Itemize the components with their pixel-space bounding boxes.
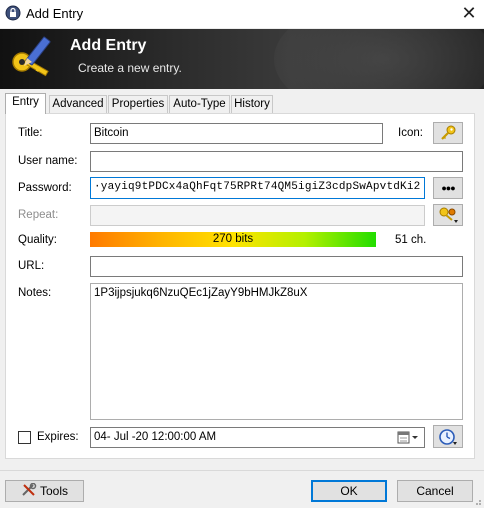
footer-separator <box>0 470 484 471</box>
calendar-dropdown-button[interactable] <box>396 430 422 445</box>
close-button[interactable]: ✕ <box>456 1 482 25</box>
icon-picker-button[interactable] <box>433 122 463 144</box>
notes-field[interactable]: 1P3ijpsjukq6NzuQEc1jZayY9bHMJkZ8uX <box>90 283 463 420</box>
repeat-field <box>90 205 425 226</box>
expires-label: Expires: <box>37 431 79 443</box>
calendar-icon <box>397 431 418 444</box>
quality-label: Quality: <box>18 234 57 246</box>
password-generator-button[interactable] <box>433 204 463 226</box>
quality-bar: 270 bits <box>90 232 376 247</box>
tab-advanced[interactable]: Advanced <box>49 95 107 113</box>
banner-decoration <box>274 29 484 89</box>
icon-label: Icon: <box>398 127 423 139</box>
ok-button[interactable]: OK <box>311 480 387 502</box>
tab-properties[interactable]: Properties <box>108 95 168 113</box>
key-icon <box>441 125 456 140</box>
close-icon: ✕ <box>461 3 477 23</box>
title-bar[interactable]: Add Entry ✕ <box>0 0 484 29</box>
expires-checkbox[interactable] <box>18 431 31 444</box>
lock-icon <box>5 5 21 21</box>
notes-label: Notes: <box>18 287 52 299</box>
tools-icon <box>22 482 37 496</box>
show-password-button[interactable]: ●●● <box>433 177 463 199</box>
resize-grip-icon[interactable] <box>472 496 482 506</box>
url-label: URL: <box>18 260 45 272</box>
password-label: Password: <box>18 182 72 194</box>
username-field[interactable] <box>90 151 463 172</box>
quality-bits: 270 bits <box>212 233 254 245</box>
username-label: User name: <box>18 155 78 167</box>
tools-label: Tools <box>39 484 68 498</box>
header-banner: Add Entry Create a new entry. <box>0 29 484 89</box>
banner-title: Add Entry <box>70 37 147 54</box>
tools-button[interactable]: Tools <box>5 480 84 502</box>
key-gear-icon <box>439 207 458 223</box>
cancel-button[interactable]: Cancel <box>397 480 473 502</box>
expires-date-field[interactable]: 04- Jul -20 12:00:00 AM <box>90 427 425 448</box>
banner-subtitle: Create a new entry. <box>78 61 182 75</box>
expiry-presets-button[interactable] <box>433 425 463 448</box>
tab-auto-type[interactable]: Auto-Type <box>169 95 230 113</box>
window-title: Add Entry <box>26 6 84 21</box>
tab-entry[interactable]: Entry <box>5 93 46 114</box>
repeat-label: Repeat: <box>18 209 59 221</box>
key-pencil-icon <box>12 36 51 77</box>
clock-icon <box>439 429 457 445</box>
title-label: Title: <box>18 127 43 139</box>
url-field[interactable] <box>90 256 463 277</box>
tab-history[interactable]: History <box>231 95 273 113</box>
password-length: 51 ch. <box>395 234 427 246</box>
expires-date-value: 04- Jul -20 12:00:00 AM <box>94 431 217 443</box>
title-field[interactable]: Bitcoin <box>90 123 383 144</box>
password-field[interactable]: ·yayiq9tPDCx4aQhFqt75RPRt74QM5igiZ3cdpSw… <box>90 177 425 199</box>
